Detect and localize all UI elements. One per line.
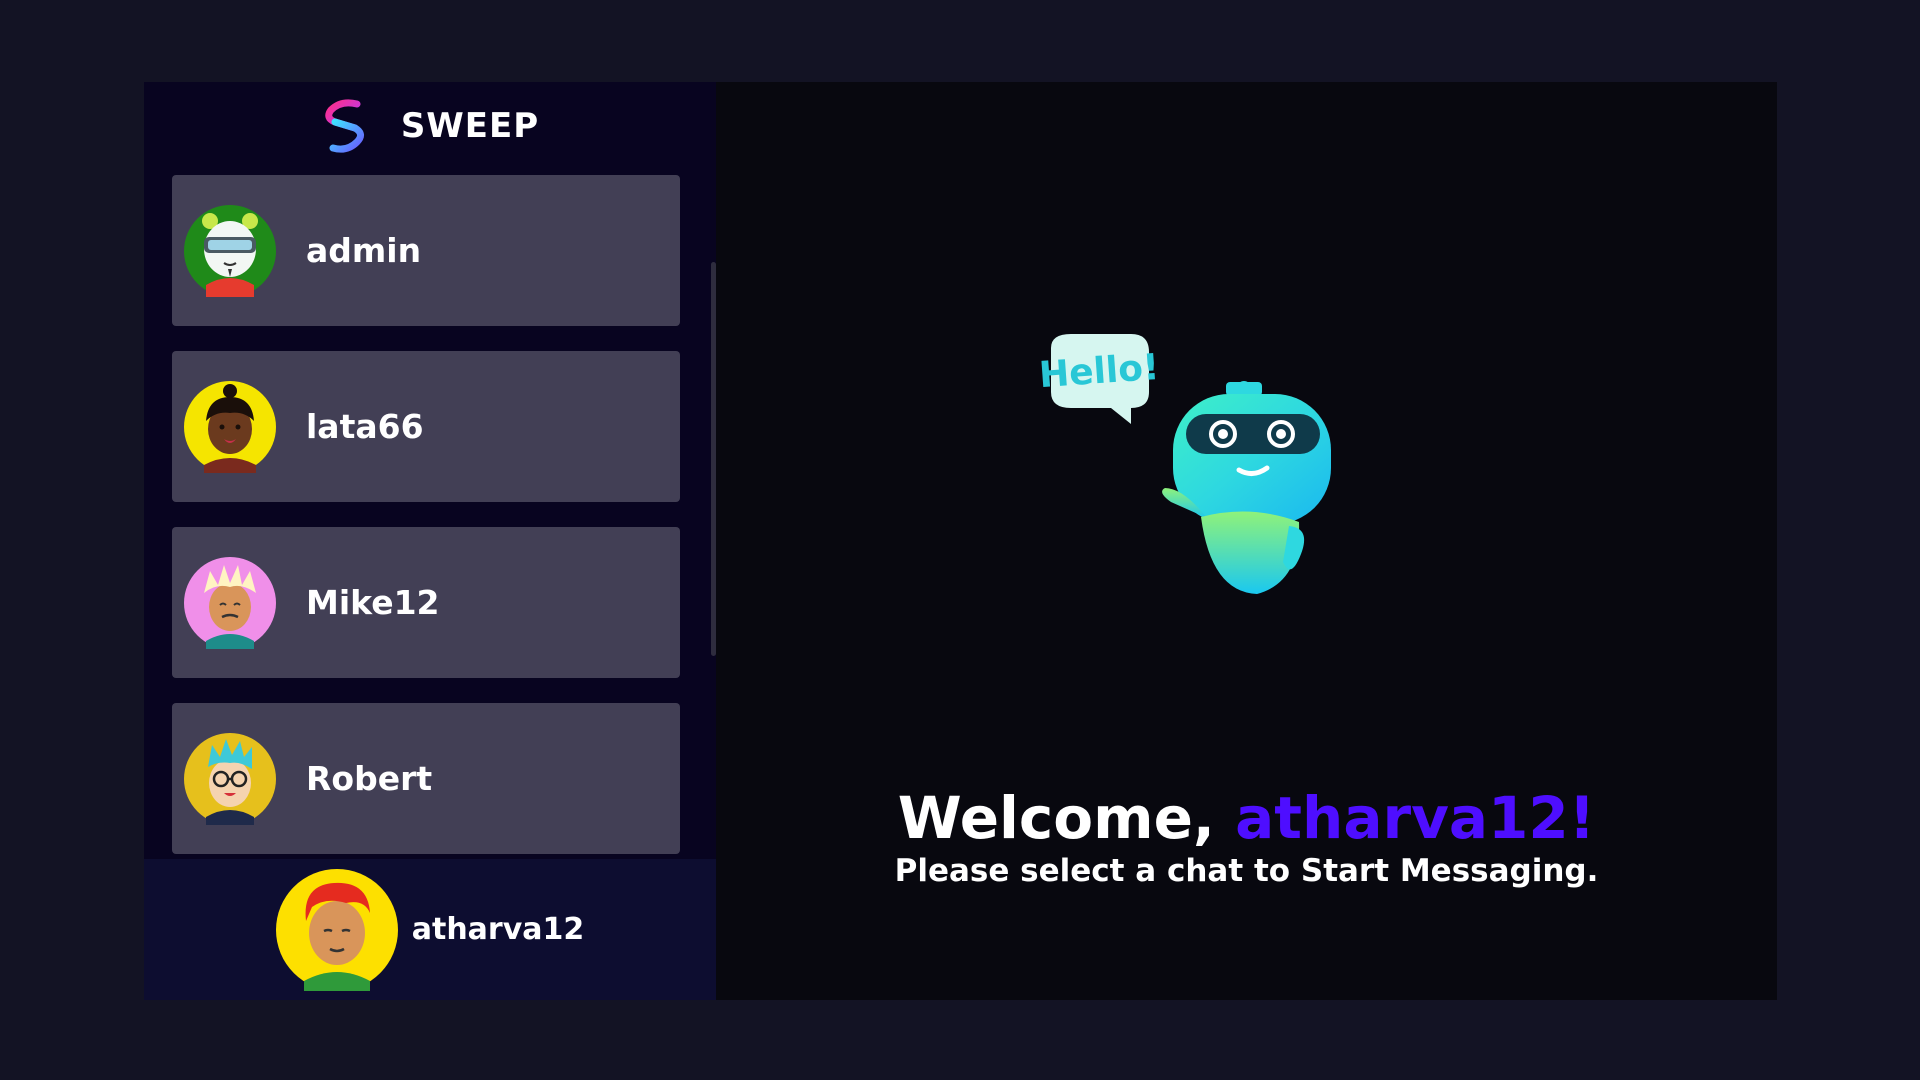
- speech-bubble-text: Hello!: [1038, 347, 1161, 396]
- panda-vr-avatar-icon: [184, 204, 276, 297]
- welcome-panel: Hello! Welcome, atharva12! Please select…: [716, 82, 1777, 1000]
- contact-username: admin: [306, 231, 422, 270]
- contact-username: Mike12: [306, 583, 440, 622]
- contact-item-lata66[interactable]: lata66: [172, 351, 680, 502]
- contact-item-robert[interactable]: Robert: [172, 703, 680, 854]
- hello-robot-illustration: Hello!: [1038, 334, 1331, 594]
- current-user-panel: atharva12: [144, 859, 716, 1000]
- contact-item-admin[interactable]: admin: [172, 175, 680, 326]
- man-spiky-hair-avatar-icon: [184, 556, 276, 649]
- contact-username: lata66: [306, 407, 424, 446]
- man-red-hair-avatar-icon: [275, 868, 398, 991]
- welcome-greeting: Welcome,: [897, 784, 1215, 852]
- current-username: atharva12: [411, 912, 585, 947]
- welcome-subtitle: Please select a chat to Start Messaging.: [894, 852, 1599, 889]
- contact-username: Robert: [306, 759, 433, 798]
- welcome-username: atharva12!: [1235, 784, 1596, 852]
- contacts-sidebar: SWEEP admin lata66 Mike12 Robert atharva…: [144, 82, 716, 1000]
- woman-avatar-icon: [184, 380, 276, 473]
- chat-app-container: SWEEP admin lata66 Mike12 Robert atharva…: [144, 82, 1777, 1000]
- brand-header: SWEEP: [144, 82, 716, 170]
- sweep-logo-icon: [325, 99, 364, 153]
- contacts-list: admin lata66 Mike12 Robert: [144, 170, 716, 859]
- man-glasses-avatar-icon: [184, 732, 276, 825]
- contact-item-mike12[interactable]: Mike12: [172, 527, 680, 678]
- welcome-message: Welcome, atharva12! Please select a chat…: [716, 786, 1777, 889]
- welcome-heading: Welcome, atharva12!: [716, 786, 1777, 851]
- brand-name: SWEEP: [400, 106, 540, 146]
